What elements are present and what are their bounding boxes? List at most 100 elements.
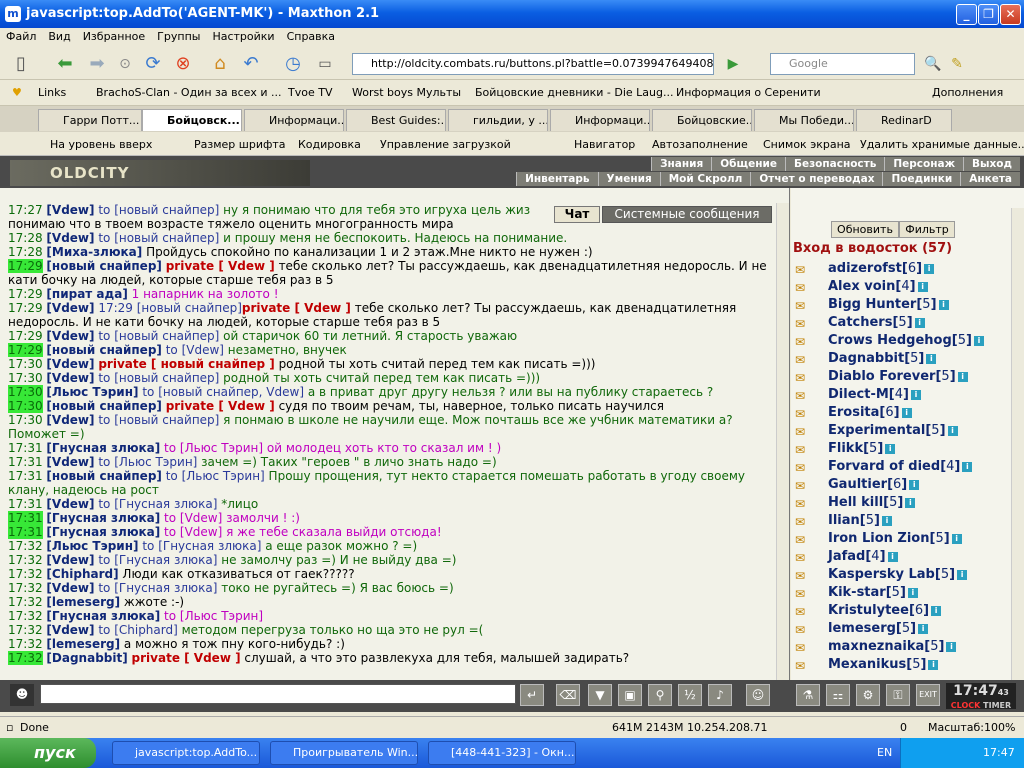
user-info-icon[interactable]: i [947,425,958,436]
chat-private-recipient[interactable]: private [ Vdew ] [132,651,241,665]
walk-icon[interactable]: ⚲ [648,684,672,706]
undo-icon[interactable]: ↶ [238,51,264,77]
task-maxthon[interactable]: javascript:top.AddTo... [112,741,260,765]
user-list-scrollbar[interactable] [1011,208,1024,680]
user-name[interactable]: lemeserg [828,621,896,636]
chat-recipient[interactable]: to [новый снайпер] [98,231,219,245]
menu-my-scroll[interactable]: Мой Скролл [659,172,751,186]
user-name[interactable]: Experimental [828,423,925,438]
chat-recipient[interactable]: 17:29 [новый снайпер] [98,301,242,315]
user-name[interactable]: Erosita [828,405,879,420]
send-icon[interactable]: ↵ [520,684,544,706]
user-info-icon[interactable]: i [909,479,920,490]
autofill-button[interactable]: Автозаполнение [652,138,748,151]
chat-nickname[interactable]: [lemeserg] [46,637,120,651]
private-message-icon[interactable]: ✉ [795,317,813,331]
new-page-icon[interactable]: ▯ [8,51,34,77]
chat-nickname[interactable]: [новый снайпер] [46,259,161,273]
lock-icon[interactable]: ⚿ [886,684,910,706]
download-manager-button[interactable]: Управление загрузкой [380,138,511,151]
chat-recipient[interactable]: to [Гнусная злюка] [98,497,217,511]
user-name[interactable]: Dagnabbit [828,351,904,366]
chat-recipient[interactable]: to [Chiphard] [98,623,177,637]
chat-private-recipient[interactable]: private [ Vdew ] [242,301,351,315]
dropdown-icon[interactable]: ⊙ [112,51,138,77]
chat-nickname[interactable]: [Vdew] [46,371,94,385]
chat-nickname[interactable]: [Vdew] [46,497,94,511]
chat-nickname[interactable]: [Vdew] [46,455,94,469]
menu-groups[interactable]: Группы [151,28,206,45]
navigator-button[interactable]: Навигатор [574,138,635,151]
link-worstboys[interactable]: Worst boys Мульты [352,86,461,99]
menu-character[interactable]: Персонаж [884,157,964,171]
menu-exit[interactable]: Выход [963,157,1020,171]
user-info-icon[interactable]: i [973,335,984,346]
chat-recipient[interactable]: to [новый снайпер] [98,371,219,385]
private-message-icon[interactable]: ✉ [795,281,813,295]
private-message-icon[interactable]: ✉ [795,533,813,547]
tab-victory[interactable]: Мы Победи... [754,109,854,131]
chat-recipient[interactable]: to [Льюс Тэрин] [166,469,265,483]
private-message-icon[interactable]: ✉ [795,479,813,493]
user-name[interactable]: Jafad [828,549,865,564]
close-button[interactable]: ✕ [1000,4,1021,25]
user-name[interactable]: Dilect-M [828,387,889,402]
user-info-icon[interactable]: i [926,353,937,364]
menu-transfer-report[interactable]: Отчет о переводах [750,172,883,186]
private-message-icon[interactable]: ✉ [795,443,813,457]
chat-recipient[interactable]: to [Гнусная злюка] [98,553,217,567]
link-tvoetv[interactable]: Tvoe TV [288,86,332,99]
address-bar[interactable]: http://oldcity.combats.ru/buttons.pl?bat… [352,53,714,75]
eraser-icon[interactable]: ⌫ [556,684,580,706]
link-brachos[interactable]: BrachoS-Clan - Один за всех и ... [96,86,282,99]
private-message-icon[interactable]: ✉ [795,605,813,619]
chat-nickname[interactable]: [новый снайпер] [46,399,161,413]
tab-guilds[interactable]: гильдии, у ... [448,109,548,131]
private-message-icon[interactable]: ✉ [795,551,813,565]
user-info-icon[interactable]: i [962,461,973,472]
minimize-button[interactable]: _ [956,4,977,25]
favorites-heart-icon[interactable]: ♥ [12,86,22,99]
user-info-icon[interactable]: i [901,407,912,418]
user-name[interactable]: Ilian [828,513,860,528]
private-message-icon[interactable]: ✉ [795,425,813,439]
chat-recipient[interactable]: to [Гнусная злюка] [98,581,217,595]
potion-icon[interactable]: ⚗ [796,684,820,706]
user-name[interactable]: adizerofst [828,261,902,276]
user-info-icon[interactable]: i [928,659,939,670]
encoding-button[interactable]: Кодировка [298,138,361,151]
user-info-icon[interactable]: i [914,317,925,328]
chat-nickname[interactable]: [Vdew] [46,553,94,567]
maximize-button[interactable]: ❐ [978,4,999,25]
zoom-level[interactable]: Масштаб:100% [928,721,1015,734]
chat-recipient[interactable]: to [Vdew] [166,343,224,357]
user-info-icon[interactable]: i [907,587,918,598]
user-name[interactable]: Hell kill [828,495,883,510]
user-name[interactable]: maxneznaika [828,639,924,654]
level-up-button[interactable]: На уровень вверх [50,138,152,151]
chat-recipient[interactable]: to [Льюс Тэрин] [98,455,197,469]
task-window[interactable]: [448-441-323] - Окн... [428,741,576,765]
chat-nickname[interactable]: [Льюс Тэрин] [46,385,138,399]
fraction-icon[interactable]: ½ [678,684,702,706]
user-info-icon[interactable]: i [918,623,929,634]
chat-nickname[interactable]: [новый снайпер] [46,343,161,357]
user-info-icon[interactable]: i [931,605,942,616]
user-info-icon[interactable]: i [924,263,935,274]
menu-communication[interactable]: Общение [711,157,785,171]
user-info-icon[interactable]: i [881,515,892,526]
chat-nickname[interactable]: [Гнусная злюка] [46,511,160,525]
private-message-icon[interactable]: ✉ [795,515,813,529]
search-icon[interactable]: 🔍 [920,51,946,77]
exit-icon[interactable]: EXIT [916,684,940,706]
tab-system-messages[interactable]: Системные сообщения [602,206,772,223]
tab-chat[interactable]: Чат [554,206,600,223]
highlight-icon[interactable]: ✎ [944,51,970,77]
chat-nickname[interactable]: [Vdew] [46,623,94,637]
chat-nickname[interactable]: [Vdew] [46,581,94,595]
chat-nickname[interactable]: [пират ада] [46,287,127,301]
clear-data-button[interactable]: Удалить хранимые данные... [860,138,1024,151]
menu-favorites[interactable]: Избранное [77,28,151,45]
chat-nickname[interactable]: [Vdew] [46,329,94,343]
private-message-icon[interactable]: ✉ [795,587,813,601]
